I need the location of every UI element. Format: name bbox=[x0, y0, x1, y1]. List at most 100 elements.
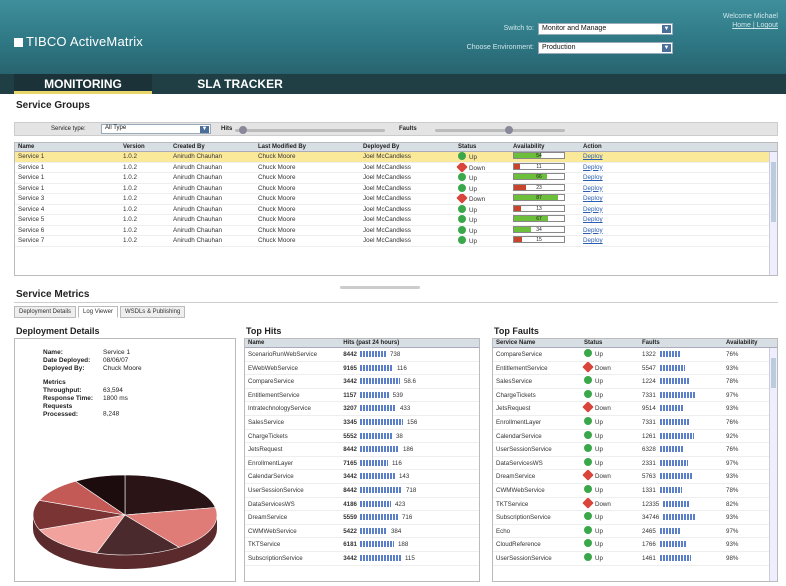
list-item[interactable]: CWMWebService 5422 384 bbox=[245, 525, 479, 539]
deploy-link[interactable]: Deploy bbox=[580, 184, 640, 194]
list-item[interactable]: EnrollmentLayer 7165 116 bbox=[245, 457, 479, 471]
list-item[interactable]: CompareService Up 1322 76% bbox=[493, 348, 777, 362]
fault-count: 1331 bbox=[639, 484, 723, 497]
tab-wsdls-publishing[interactable]: WSDLs & Publishing bbox=[119, 306, 186, 318]
column-header[interactable]: Deployed By bbox=[360, 143, 455, 151]
main-nav: MONITORING SLA TRACKER bbox=[0, 74, 786, 94]
list-item[interactable]: DreamService 5559 716 bbox=[245, 511, 479, 525]
list-item[interactable]: CalendarService 3442 143 bbox=[245, 470, 479, 484]
list-item[interactable]: UserSessionService Up 6328 76% bbox=[493, 443, 777, 457]
fault-availability: 98% bbox=[726, 554, 739, 562]
list-item[interactable]: SalesService 3345 156 bbox=[245, 416, 479, 430]
list-item[interactable]: ChargeTickets Up 7331 97% bbox=[493, 389, 777, 403]
hit-service-name: JetsRequest bbox=[248, 446, 283, 454]
tab-log-viewer[interactable]: Log Viewer bbox=[78, 306, 118, 318]
column-header[interactable]: Action bbox=[580, 143, 640, 151]
list-item[interactable]: IntratechnologyService 3207 433 bbox=[245, 402, 479, 416]
column-header[interactable]: Status bbox=[455, 143, 510, 151]
fault-value: 1766 bbox=[642, 541, 656, 549]
list-item[interactable]: DreamService Down 5763 93% bbox=[493, 470, 777, 484]
hit-secondary: 539 bbox=[392, 391, 403, 399]
status-label: Down bbox=[469, 164, 486, 172]
table-row[interactable]: Service 6 1.0.2 Anirudh Chauhan Chuck Moore… bbox=[15, 225, 777, 236]
table-row[interactable]: Service 1 1.0.2 Anirudh Chauhan Chuck Moore… bbox=[15, 162, 777, 173]
service-type-select[interactable]: All Type ▼ bbox=[101, 124, 211, 134]
list-item[interactable]: TKTService Down 12335 82% bbox=[493, 497, 777, 512]
deploy-link[interactable]: Deploy bbox=[580, 205, 640, 215]
cell-name: Service 3 bbox=[18, 195, 45, 202]
list-item[interactable]: UserSessionService Up 1461 98% bbox=[493, 552, 777, 566]
faults-scrollbar[interactable] bbox=[769, 348, 777, 581]
cell-status: Up bbox=[455, 152, 510, 162]
hits-slider-handle[interactable] bbox=[239, 126, 247, 134]
list-item[interactable]: SubscriptionService Up 34746 93% bbox=[493, 511, 777, 525]
hit-secondary: 156 bbox=[406, 418, 418, 426]
faults-slider-handle[interactable] bbox=[505, 126, 513, 134]
list-item[interactable]: CompareService 3442 58.6 bbox=[245, 375, 479, 389]
list-item[interactable]: JetsRequest 8442 186 bbox=[245, 443, 479, 457]
table-row[interactable]: Service 7 1.0.2 Anirudh Chauhan Chuck Moore… bbox=[15, 236, 777, 247]
table-row[interactable]: Service 1 1.0.2 Anirudh Chauhan Chuck Moore… bbox=[15, 152, 777, 163]
column-header[interactable]: Last Modified By bbox=[255, 143, 360, 151]
hit-count: 3442 bbox=[343, 473, 357, 481]
hit-secondary: 38 bbox=[395, 432, 403, 440]
status-down-icon bbox=[582, 402, 594, 414]
deploy-link[interactable]: Deploy bbox=[580, 236, 640, 246]
faults-slider[interactable] bbox=[435, 126, 565, 134]
list-item[interactable]: DataServicesWS 4186 423 bbox=[245, 498, 479, 512]
grid-scrollbar[interactable] bbox=[769, 152, 777, 275]
tab-deployment-details[interactable]: Deployment Details bbox=[14, 306, 77, 318]
deploy-link[interactable]: Deploy bbox=[580, 194, 640, 204]
column-header[interactable]: Version bbox=[120, 143, 170, 151]
fault-service-name: SubscriptionService bbox=[496, 514, 551, 522]
column-header[interactable]: Availability bbox=[510, 143, 580, 151]
table-row[interactable]: Service 1 1.0.2 Anirudh Chauhan Chuck Moore… bbox=[15, 183, 777, 194]
list-item[interactable]: EWebWebService 9165 116 bbox=[245, 362, 479, 376]
list-item[interactable]: CWMWebService Up 1331 78% bbox=[493, 484, 777, 498]
fault-service-name: Echo bbox=[496, 527, 511, 535]
fault-value: 5763 bbox=[642, 473, 656, 481]
table-row[interactable]: Service 1 1.0.2 Anirudh Chauhan Chuck Moore… bbox=[15, 173, 777, 184]
list-item[interactable]: EnrollmentLayer Up 7331 76% bbox=[493, 416, 777, 430]
deploy-link[interactable]: Deploy bbox=[580, 226, 640, 236]
list-item[interactable]: ScenarioRunWebService 8442 738 bbox=[245, 348, 479, 362]
switch-select[interactable]: Monitor and Manage ▼ bbox=[538, 23, 673, 35]
tab-sla-tracker[interactable]: SLA TRACKER bbox=[180, 74, 300, 94]
splitter-handle[interactable] bbox=[340, 286, 420, 289]
column-header[interactable]: Name bbox=[15, 143, 120, 151]
table-row[interactable]: Service 5 1.0.2 Anirudh Chauhan Chuck Moore… bbox=[15, 215, 777, 226]
list-item[interactable]: Echo Up 2465 97% bbox=[493, 525, 777, 539]
hit-service-name: SalesService bbox=[248, 418, 285, 426]
deploy-link[interactable]: Deploy bbox=[580, 173, 640, 183]
list-item[interactable]: UserSessionService 8442 718 bbox=[245, 484, 479, 498]
list-item[interactable]: EntitlementService 1157 539 bbox=[245, 389, 479, 403]
list-item[interactable]: DataServicesWS Up 2331 97% bbox=[493, 457, 777, 471]
env-select[interactable]: Production ▼ bbox=[538, 42, 673, 54]
list-item[interactable]: SubscriptionService 3442 115 bbox=[245, 552, 479, 566]
service-metrics-title: Service Metrics bbox=[16, 289, 90, 300]
list-item[interactable]: ChargeTickets 5552 38 bbox=[245, 430, 479, 444]
status-down-icon bbox=[456, 162, 468, 172]
fault-count: 1322 bbox=[639, 348, 723, 361]
cell-name: Service 1 bbox=[18, 163, 45, 171]
table-row[interactable]: Service 4 1.0.2 Anirudh Chauhan Chuck Moore… bbox=[15, 204, 777, 215]
list-item[interactable]: SalesService Up 1224 78% bbox=[493, 375, 777, 389]
table-row[interactable]: Service 3 1.0.2 Anirudh Chauhan Chuck Moore… bbox=[15, 194, 777, 205]
status-label: Down bbox=[595, 364, 611, 372]
cell-availability: 13 bbox=[510, 204, 580, 215]
deploy-link[interactable]: Deploy bbox=[580, 163, 640, 173]
deploy-link[interactable]: Deploy bbox=[580, 152, 640, 162]
hits-slider[interactable] bbox=[235, 126, 385, 134]
column-header[interactable]: Created By bbox=[170, 143, 255, 151]
list-item[interactable]: EntitlementService Down 5547 93% bbox=[493, 361, 777, 376]
tab-monitoring[interactable]: MONITORING bbox=[14, 74, 152, 94]
list-item[interactable]: CloudReference Up 1766 93% bbox=[493, 538, 777, 552]
list-item[interactable]: CalendarService Up 1261 92% bbox=[493, 430, 777, 444]
fault-availability: 78% bbox=[726, 378, 739, 386]
deploy-link[interactable]: Deploy bbox=[580, 215, 640, 225]
cell-deployed: Joel McCandless bbox=[363, 163, 411, 171]
hit-service-name: EWebWebService bbox=[248, 364, 298, 372]
list-item[interactable]: JetsRequest Down 9514 93% bbox=[493, 402, 777, 416]
logout-link[interactable]: Home | Logout bbox=[723, 21, 778, 30]
list-item[interactable]: TKTService 6181 188 bbox=[245, 538, 479, 552]
